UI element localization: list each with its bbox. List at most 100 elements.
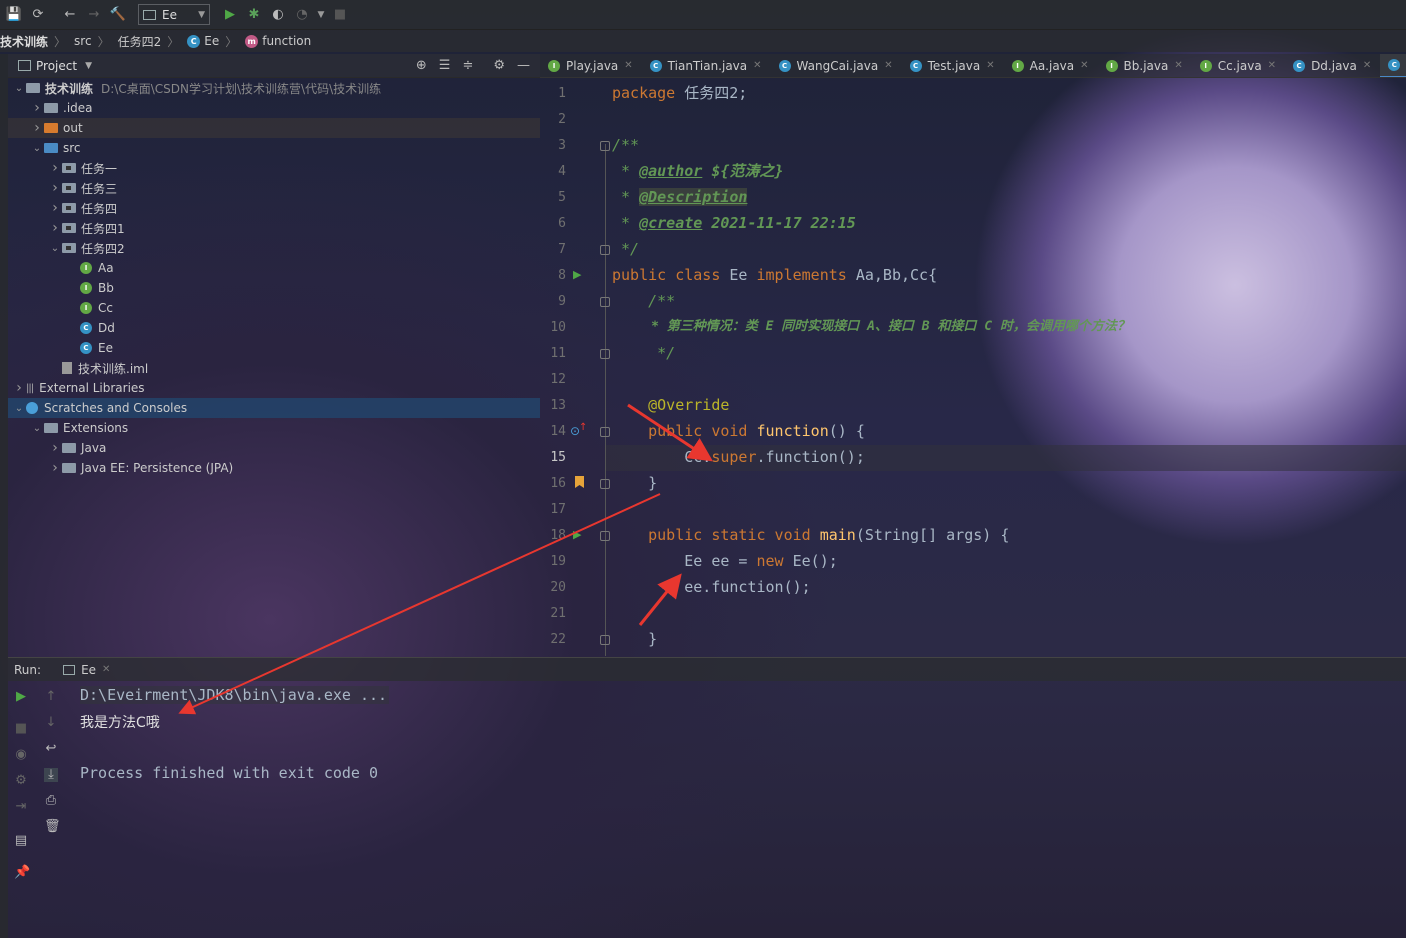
tree-item[interactable]: ⌄ Extensions	[8, 418, 540, 438]
collapse-all-icon[interactable]: ≑	[462, 58, 473, 73]
tree-item[interactable]: › ||| External Libraries	[8, 378, 540, 398]
chevron-right-icon[interactable]: ›	[48, 460, 62, 476]
chevron-down-icon[interactable]: ⌄	[30, 423, 44, 434]
breadcrumb-project[interactable]: 技术训练	[0, 33, 48, 50]
chevron-right-icon[interactable]: ›	[48, 220, 62, 236]
more-run-chevron-icon[interactable]: ▼	[316, 5, 326, 25]
soft-wrap-icon[interactable]: ↩	[44, 742, 58, 756]
close-icon[interactable]: ✕	[624, 60, 632, 71]
fold-marker-icon[interactable]	[600, 635, 610, 645]
chevron-right-icon[interactable]: ›	[30, 100, 44, 116]
close-icon[interactable]: ✕	[102, 664, 110, 675]
close-icon[interactable]: ✕	[1363, 60, 1371, 71]
camera-icon[interactable]: ◉	[14, 748, 28, 762]
tree-item[interactable]: C Ee	[8, 338, 540, 358]
stop-icon[interactable]: ■	[330, 5, 350, 25]
fold-marker-icon[interactable]	[600, 479, 610, 489]
layout-icon[interactable]: ▤	[14, 834, 28, 848]
run-gutter-icon[interactable]: ▶	[573, 268, 581, 281]
chevron-down-icon[interactable]: ⌄	[12, 83, 26, 94]
editor-tab[interactable]: C WangCai.java ✕	[771, 54, 902, 77]
fold-marker-icon[interactable]	[600, 297, 610, 307]
chevron-right-icon[interactable]: ›	[48, 160, 62, 176]
close-icon[interactable]: ✕	[1080, 60, 1088, 71]
breadcrumb-class[interactable]: C Ee	[187, 34, 219, 48]
tree-item[interactable]: I Bb	[8, 278, 540, 298]
run-tab[interactable]: Ee ✕	[63, 663, 110, 677]
tree-item[interactable]: ⌄ src	[8, 138, 540, 158]
profile-icon[interactable]: ◔	[292, 5, 312, 25]
chevron-down-icon[interactable]: ⌄	[30, 143, 44, 154]
chevron-right-icon[interactable]: ›	[48, 200, 62, 216]
chevron-down-icon[interactable]: ⌄	[12, 403, 26, 414]
close-icon[interactable]: ✕	[884, 60, 892, 71]
editor-tab[interactable]: I Play.java ✕	[540, 54, 642, 77]
stop-icon[interactable]: ■	[14, 722, 28, 736]
tree-item[interactable]: › 任务一	[8, 158, 540, 178]
hide-icon[interactable]: —	[517, 58, 530, 73]
rerun-icon[interactable]: ▶	[14, 690, 28, 704]
editor-tab[interactable]: I Aa.java ✕	[1004, 54, 1098, 77]
tree-item[interactable]: › .idea	[8, 98, 540, 118]
coverage-icon[interactable]: ◐	[268, 5, 288, 25]
tree-item[interactable]: › Java	[8, 438, 540, 458]
tree-item[interactable]: ⌄ Scratches and Consoles	[8, 398, 540, 418]
tree-item[interactable]: C Dd	[8, 318, 540, 338]
bookmark-icon[interactable]	[575, 476, 584, 488]
chevron-down-icon[interactable]: ⌄	[48, 243, 62, 254]
close-icon[interactable]: ✕	[753, 60, 761, 71]
chevron-right-icon[interactable]: ›	[48, 180, 62, 196]
editor-tab[interactable]: C TianTian.java ✕	[642, 54, 771, 77]
fold-marker-icon[interactable]	[600, 141, 610, 151]
project-view-select[interactable]: Project	[36, 59, 77, 73]
scroll-to-end-icon[interactable]: ⤓	[44, 768, 58, 782]
tree-item[interactable]: › Java EE: Persistence (JPA)	[8, 458, 540, 478]
forward-icon[interactable]: →	[84, 5, 104, 25]
tree-item[interactable]: I Cc	[8, 298, 540, 318]
run-configuration-select[interactable]: Ee ▼	[138, 4, 210, 25]
debug-icon[interactable]: ✱	[244, 5, 264, 25]
print-icon[interactable]: ⎙	[44, 794, 58, 808]
tree-item[interactable]: › 任务三	[8, 178, 540, 198]
trash-icon[interactable]: 🗑	[44, 820, 61, 834]
close-icon[interactable]: ✕	[986, 60, 994, 71]
code-editor[interactable]: package 任务四2; /** * @author ${范涛之} * @De…	[612, 80, 1406, 656]
save-icon[interactable]: 💾	[4, 5, 24, 25]
editor-tab[interactable]: CEe.j	[1380, 54, 1406, 77]
run-gutter-icon[interactable]: ▶	[573, 528, 581, 541]
chevron-right-icon[interactable]: ›	[12, 380, 26, 396]
chevron-down-icon[interactable]: ▼	[85, 61, 92, 71]
breadcrumb-src[interactable]: src	[74, 34, 92, 48]
editor-tab[interactable]: I Bb.java ✕	[1098, 54, 1192, 77]
editor-tab[interactable]: C Dd.java ✕	[1285, 54, 1380, 77]
exit-icon[interactable]: ⇥	[14, 800, 28, 814]
breadcrumb-method[interactable]: m function	[245, 34, 311, 48]
run-icon[interactable]: ▶	[220, 5, 240, 25]
chevron-right-icon[interactable]: ›	[48, 440, 62, 456]
back-icon[interactable]: ←	[60, 5, 80, 25]
build-hammer-icon[interactable]: 🔨	[108, 5, 128, 25]
fold-marker-icon[interactable]	[600, 531, 610, 541]
tree-item[interactable]: 技术训练.iml	[8, 358, 540, 378]
sync-icon[interactable]: ⟳	[28, 5, 48, 25]
run-console[interactable]: D:\Eveirment\JDK8\bin\java.exe ... 我是方法C…	[66, 682, 1406, 938]
editor-tab[interactable]: C Test.java ✕	[902, 54, 1004, 77]
close-icon[interactable]: ✕	[1268, 60, 1276, 71]
tree-item[interactable]: I Aa	[8, 258, 540, 278]
tree-item[interactable]: › 任务四	[8, 198, 540, 218]
tree-item[interactable]: › 任务四1	[8, 218, 540, 238]
fold-marker-icon[interactable]	[600, 427, 610, 437]
chevron-right-icon[interactable]: ›	[30, 120, 44, 136]
expand-all-icon[interactable]: ☰	[439, 58, 451, 73]
tree-item[interactable]: ⌄ 技术训练 D:\C桌面\CSDN学习计划\技术训练营\代码\技术训练	[8, 78, 540, 98]
pin-icon[interactable]: 📌	[14, 866, 30, 880]
locate-icon[interactable]: ⊕	[416, 58, 427, 73]
breadcrumb-package[interactable]: 任务四2	[118, 33, 162, 50]
tree-item[interactable]: ⌄ 任务四2	[8, 238, 540, 258]
fold-marker-icon[interactable]	[600, 349, 610, 359]
settings-icon[interactable]: ⚙	[14, 774, 28, 788]
gear-icon[interactable]: ⚙	[493, 58, 505, 73]
fold-marker-icon[interactable]	[600, 245, 610, 255]
down-arrow-icon[interactable]: ↓	[44, 716, 58, 730]
up-arrow-icon[interactable]: ↑	[44, 690, 58, 704]
